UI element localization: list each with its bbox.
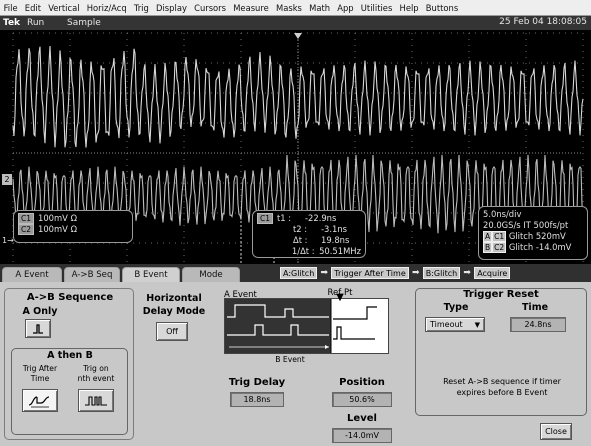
- arrow-right-icon: ➡: [411, 268, 420, 278]
- glitch-trigger-icon: [33, 323, 43, 334]
- timing-diagram-svg: [225, 299, 377, 353]
- cursor-source-badge: C1: [257, 213, 274, 224]
- tab-mode[interactable]: Mode: [182, 267, 240, 282]
- seq-a-glitch[interactable]: A:Glitch: [280, 267, 318, 279]
- reset-type-label: Type: [443, 302, 469, 313]
- channel-readout[interactable]: C1 100mV Ω C2 100mV Ω: [13, 210, 133, 243]
- acquisition-mode[interactable]: Sample: [67, 18, 101, 28]
- time-delay-icon: [28, 395, 50, 407]
- run-status[interactable]: Run: [27, 18, 67, 28]
- menu-app[interactable]: App: [334, 3, 358, 13]
- c2-badge: C2: [18, 224, 35, 235]
- level-label: Level: [347, 413, 377, 424]
- a-then-b-label: A then B: [47, 350, 93, 361]
- menu-utilities[interactable]: Utilities: [357, 3, 396, 13]
- trigger-position-marker: [294, 33, 302, 39]
- menu-vertical[interactable]: Vertical: [45, 3, 84, 13]
- trigger-sequence-bar: A:Glitch ➡ Trigger After Time ➡ B:Glitch…: [280, 266, 588, 280]
- position-field[interactable]: 50.6%: [332, 392, 392, 407]
- event-count-icon: [85, 395, 107, 406]
- trig-nth-event-label: Trig on nth event: [77, 364, 115, 383]
- tab-a-b-seq[interactable]: A->B Seq: [64, 267, 120, 282]
- waveform-display[interactable]: 2 1→ C1 100mV Ω C2 100mV Ω C1 t1 : -22.9ns t…: [0, 30, 591, 264]
- a-only-button[interactable]: [25, 319, 51, 338]
- tab-b-event[interactable]: B Event: [122, 267, 180, 282]
- datetime: 25 Feb 04 18:08:05: [499, 17, 587, 27]
- menu-trig[interactable]: Trig: [130, 3, 152, 13]
- trigger-reset-note: Reset A->B sequence if timer expires bef…: [443, 377, 561, 397]
- menu-masks[interactable]: Masks: [272, 3, 305, 13]
- close-button[interactable]: Close: [540, 423, 572, 440]
- delay-mode-off-button[interactable]: Off: [156, 322, 188, 341]
- horizontal-delay-mode-title: Horizontal Delay Mode: [142, 293, 206, 317]
- trig-nth-event-button[interactable]: [78, 389, 114, 412]
- status-bar: Tek Run Sample 25 Feb 04 18:08:05: [0, 16, 591, 30]
- menu-help[interactable]: Help: [396, 3, 422, 13]
- trig-delay-field[interactable]: 18.8ns: [230, 392, 284, 407]
- menu-math[interactable]: Math: [306, 3, 334, 13]
- cursor-readout[interactable]: C1 t1 : -22.9ns t2 : -3.1ns Δt :19.8ns 1/Δt…: [252, 210, 366, 258]
- horizontal-readout[interactable]: 5.0ns/div 20.0GS/s IT 500fs/pt A C1 Glitc…: [478, 206, 588, 260]
- ab-sequence-title: A->B Sequence: [26, 292, 114, 303]
- reset-type-dropdown[interactable]: Timeout ▼: [425, 317, 485, 332]
- trig-after-time-button[interactable]: [22, 389, 58, 412]
- brand-label: Tek: [3, 18, 21, 28]
- seq-acquire[interactable]: Acquire: [474, 267, 511, 279]
- menu-cursors[interactable]: Cursors: [191, 3, 230, 13]
- diagram-b-event-label: B Event: [275, 355, 305, 364]
- seq-trigger-after-time[interactable]: Trigger After Time: [331, 267, 409, 279]
- position-label: Position: [339, 377, 385, 388]
- menu-file[interactable]: File: [0, 3, 21, 13]
- arrow-right-icon: ➡: [463, 268, 471, 278]
- menu-edit[interactable]: Edit: [21, 3, 44, 13]
- channel-2-ground-marker[interactable]: 2: [2, 174, 12, 185]
- c1-badge: C1: [18, 213, 35, 224]
- reset-time-field[interactable]: 24.8ns: [510, 317, 566, 332]
- b-event-control-panel: A->B Sequence A Only A then B Trig After…: [0, 282, 591, 446]
- level-field[interactable]: -14.0mV: [332, 428, 392, 443]
- chevron-down-icon: ▼: [474, 320, 480, 329]
- menu-bar: File Edit Vertical Horiz/Acq Trig Displa…: [0, 0, 591, 16]
- menu-display[interactable]: Display: [152, 3, 190, 13]
- menu-measure[interactable]: Measure: [230, 3, 273, 13]
- menu-buttons[interactable]: Buttons: [422, 3, 462, 13]
- reset-time-label: Time: [521, 302, 549, 313]
- trig-after-time-label: Trig After Time: [22, 364, 58, 383]
- oscilloscope-window: File Edit Vertical Horiz/Acq Trig Displa…: [0, 0, 591, 446]
- menu-horiz-acq[interactable]: Horiz/Acq: [83, 3, 130, 13]
- seq-b-glitch[interactable]: B:Glitch: [422, 267, 461, 279]
- trigger-timing-diagram: [224, 298, 389, 354]
- tab-a-event[interactable]: A Event: [2, 267, 62, 282]
- ref-point-marker: ▼: [336, 292, 344, 303]
- trigger-reset-title: Trigger Reset: [463, 289, 539, 300]
- arrow-right-icon: ➡: [320, 268, 329, 278]
- trig-delay-label: Trig Delay: [228, 377, 286, 388]
- a-only-label: A Only: [22, 306, 58, 317]
